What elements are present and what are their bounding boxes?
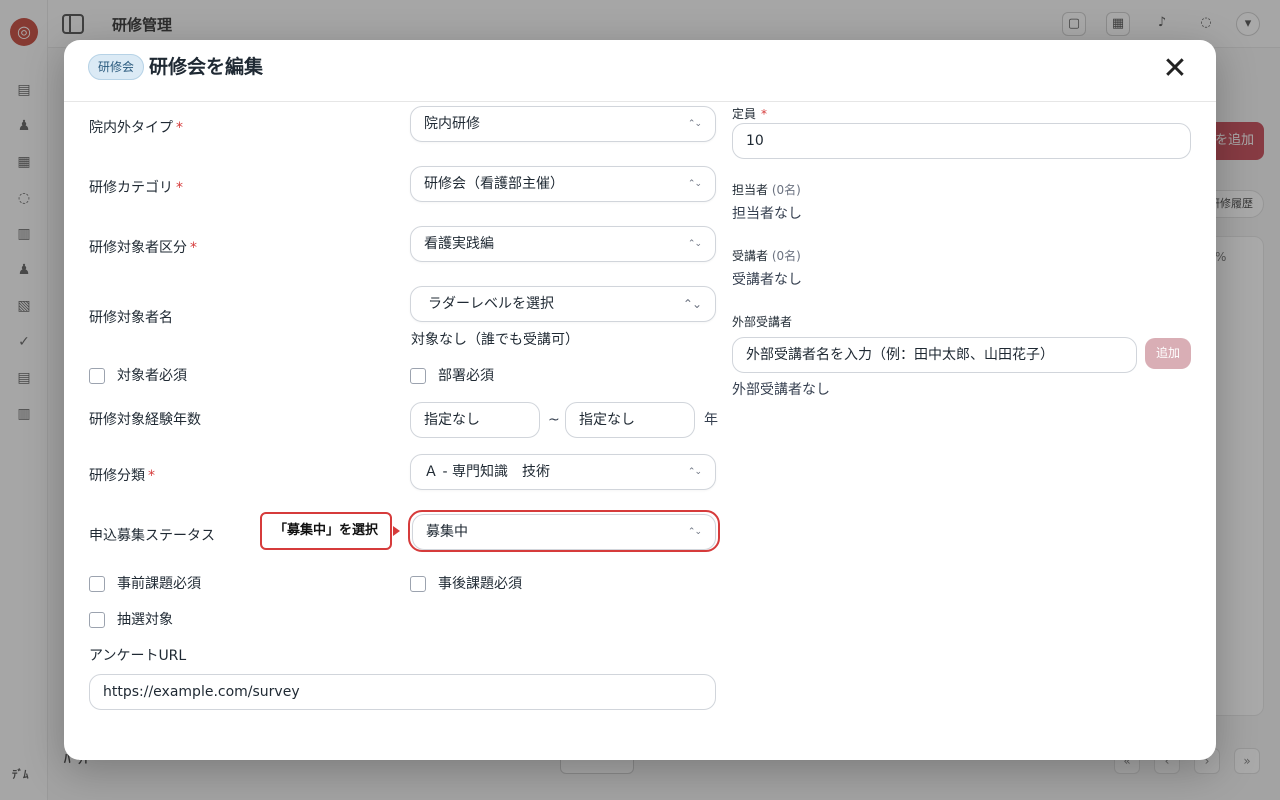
survey-url-value: https://example.com/survey	[103, 684, 300, 700]
chevron-updown-icon: ⌃⌄	[687, 239, 702, 249]
modal-header: 研修会 研修会を編集 ✕	[64, 40, 1216, 102]
target-division-value: 看護実践編	[424, 236, 494, 252]
category-label: 研修カテゴリ *	[89, 180, 183, 196]
selection-highlight	[408, 510, 720, 552]
chevron-updown-icon: ⌃⌄	[682, 297, 702, 311]
experience-years-label: 研修対象経験年数	[89, 412, 201, 428]
capacity-input[interactable]: 10	[732, 123, 1191, 159]
category-select[interactable]: 研修会（看護部主催） ⌃⌄	[410, 166, 716, 202]
classification-value: Ａ - 専門知識 技術	[424, 464, 550, 480]
external-empty-text: 外部受講者なし	[732, 382, 830, 398]
chevron-updown-icon: ⌃⌄	[687, 119, 702, 129]
modal-title: 研修会を編集	[149, 56, 264, 78]
survey-url-label: アンケートURL	[89, 648, 187, 664]
experience-to-input[interactable]: 指定なし	[565, 402, 695, 438]
target-name-note: 対象なし（誰でも受講可）	[411, 332, 579, 348]
post-task-checkbox[interactable]	[410, 576, 426, 592]
target-name-label: 研修対象者名	[89, 310, 173, 326]
capacity-label: 定員 *	[732, 107, 768, 121]
classification-select[interactable]: Ａ - 専門知識 技術 ⌃⌄	[410, 454, 716, 490]
lottery-checkbox[interactable]	[89, 612, 105, 628]
type-badge: 研修会	[88, 54, 145, 80]
experience-from-value: 指定なし	[424, 412, 480, 428]
attendees-empty-text: 受講者なし	[732, 272, 802, 288]
capacity-value: 10	[746, 133, 764, 149]
add-external-button[interactable]: 追加	[1145, 338, 1191, 369]
close-icon[interactable]: ✕	[1160, 54, 1190, 84]
attendees-label: 受講者 (0名)	[732, 249, 801, 263]
staff-empty-text: 担当者なし	[732, 206, 802, 222]
pre-task-label: 事前課題必須	[117, 576, 201, 592]
chevron-updown-icon: ⌃⌄	[687, 179, 702, 189]
instruction-callout: 「募集中」を選択	[260, 512, 392, 550]
experience-from-input[interactable]: 指定なし	[410, 402, 540, 438]
survey-url-input[interactable]: https://example.com/survey	[89, 674, 716, 710]
edit-training-modal: 研修会 研修会を編集 ✕ 院内外タイプ * 院内研修 ⌃⌄ 研修カテゴリ * 研修会（…	[64, 40, 1216, 760]
location-type-select[interactable]: 院内研修 ⌃⌄	[410, 106, 716, 142]
post-task-label: 事後課題必須	[438, 576, 522, 592]
dept-required-label: 部署必須	[438, 368, 494, 384]
pre-task-checkbox[interactable]	[89, 576, 105, 592]
staff-label: 担当者 (0名)	[732, 183, 801, 197]
chevron-updown-icon: ⌃⌄	[687, 467, 702, 477]
category-value: 研修会（看護部主催）	[424, 176, 564, 192]
classification-label: 研修分類 *	[89, 468, 155, 484]
range-separator: ~	[548, 412, 560, 428]
dept-required-checkbox[interactable]	[410, 368, 426, 384]
target-required-label: 対象者必須	[117, 368, 187, 384]
location-type-label: 院内外タイプ *	[89, 120, 183, 136]
recruit-status-label: 申込募集ステータス	[89, 528, 215, 544]
ladder-level-placeholder: ラダーレベルを選択	[428, 296, 554, 312]
lottery-label: 抽選対象	[117, 612, 173, 628]
years-unit: 年	[704, 412, 718, 428]
experience-to-value: 指定なし	[579, 412, 635, 428]
ladder-level-select[interactable]: ラダーレベルを選択 ⌃⌄	[410, 286, 716, 322]
external-name-input[interactable]: 外部受講者名を入力（例：田中太郎、山田花子）	[732, 337, 1137, 373]
location-type-value: 院内研修	[424, 116, 480, 132]
target-division-label: 研修対象者区分 *	[89, 240, 197, 256]
target-division-select[interactable]: 看護実践編 ⌃⌄	[410, 226, 716, 262]
callout-arrow	[393, 526, 400, 536]
external-label: 外部受講者	[732, 315, 793, 329]
external-name-placeholder: 外部受講者名を入力（例：田中太郎、山田花子）	[746, 347, 1054, 363]
target-required-checkbox[interactable]	[89, 368, 105, 384]
